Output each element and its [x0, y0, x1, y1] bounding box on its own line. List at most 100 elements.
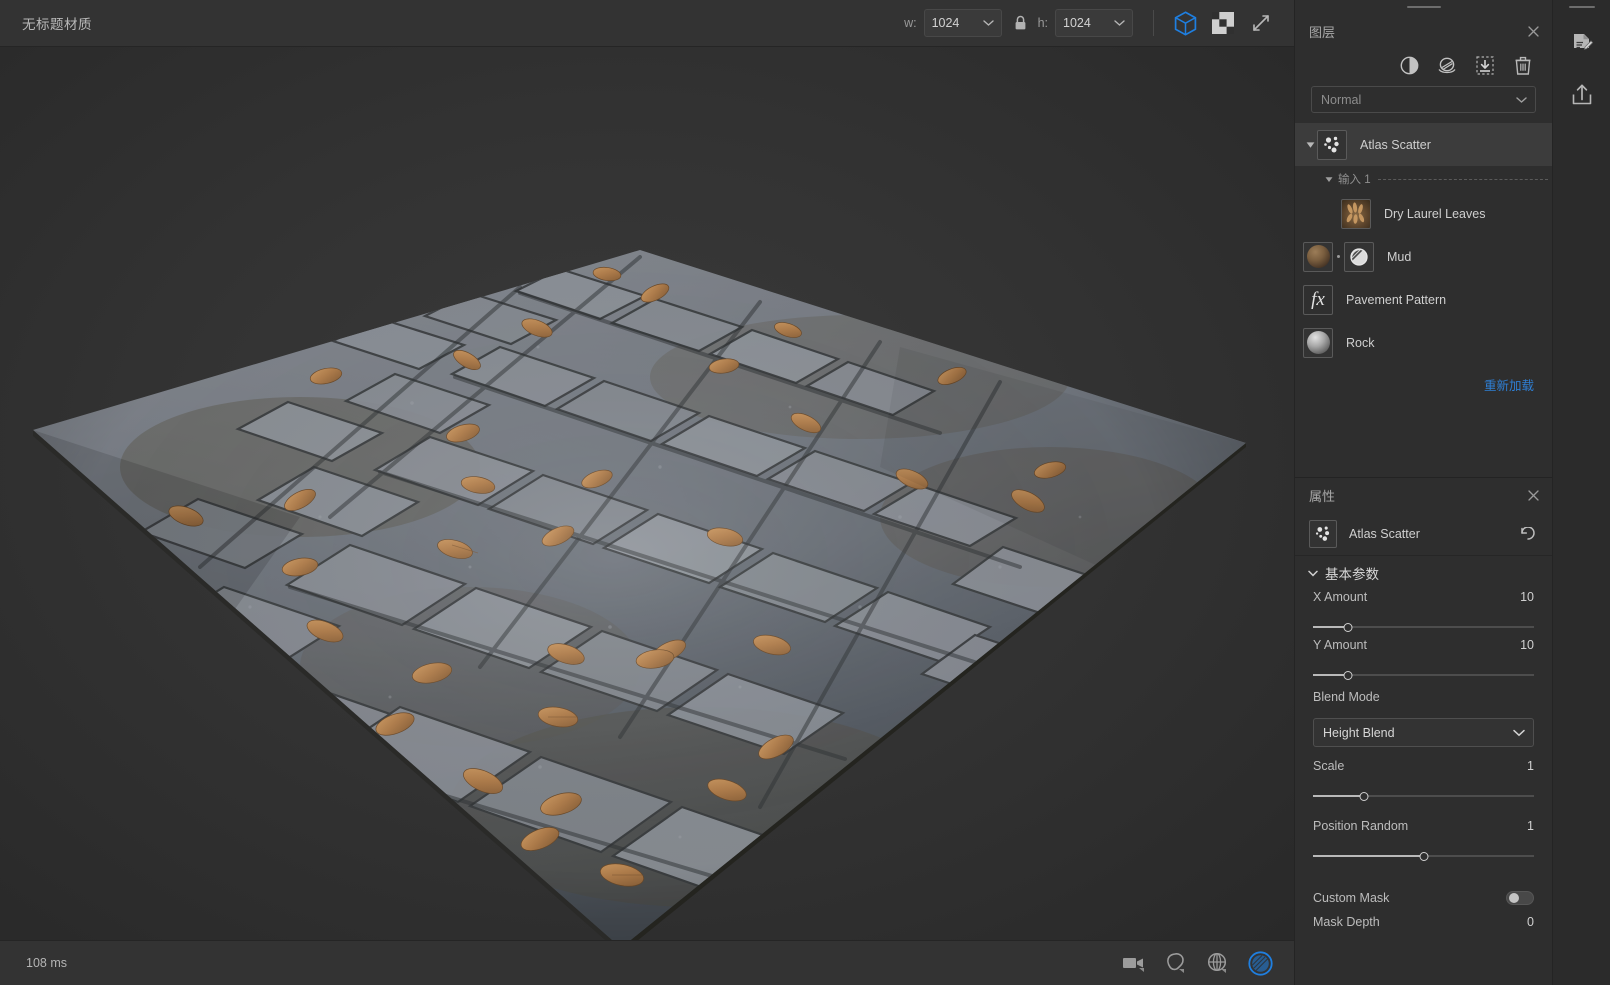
triangle-down-icon[interactable]: [1303, 141, 1317, 149]
globe-grid-icon[interactable]: [1204, 949, 1232, 977]
param-y-amount: Y Amount 10: [1295, 638, 1552, 686]
layer-blend-mode-row: Normal: [1295, 82, 1552, 123]
layer-row-dry-laurel-leaves[interactable]: Dry Laurel Leaves: [1295, 192, 1552, 235]
status-bar: 108 ms: [0, 940, 1294, 985]
layer-tools-row: [1295, 48, 1552, 82]
properties-node-name: Atlas Scatter: [1349, 526, 1420, 541]
param-position-random: Position Random 1: [1295, 807, 1552, 867]
layer-row-pavement-pattern[interactable]: fx Pavement Pattern: [1295, 278, 1552, 321]
param-label: Mask Depth: [1313, 915, 1380, 929]
export-share-icon[interactable]: [1563, 74, 1601, 114]
camera-icon[interactable]: [1120, 949, 1148, 977]
height-value: 1024: [1063, 16, 1091, 30]
param-x-amount: X Amount 10: [1295, 590, 1552, 638]
viewport-column: 无标题材质 w: 1024 h: 1024 108 ms: [0, 0, 1294, 985]
material-sphere-icon[interactable]: [1246, 949, 1274, 977]
chevron-down-icon: [1516, 96, 1527, 103]
rail-drag-handle[interactable]: [1568, 0, 1595, 14]
properties-panel-header: 属性: [1295, 478, 1552, 512]
layer-blend-mode-select[interactable]: Normal: [1311, 86, 1536, 113]
mask-icon[interactable]: [1344, 241, 1374, 272]
param-value[interactable]: 10: [1520, 590, 1534, 604]
layers-panel-title: 图层: [1309, 24, 1336, 40]
material-plane-preview: [0, 47, 1294, 940]
right-icon-rail: [1552, 0, 1610, 985]
param-slider-position-random[interactable]: [1313, 845, 1534, 867]
viewport-3d[interactable]: [0, 47, 1294, 940]
param-scale: Scale 1: [1295, 747, 1552, 807]
layers-panel: 图层 Normal Atlas Scatter 输入 1 Dry Laurel …: [1295, 0, 1552, 478]
checker-2d-icon[interactable]: [1208, 8, 1238, 38]
viewport-tool-group: [1120, 949, 1294, 977]
layer-row-atlas-scatter[interactable]: Atlas Scatter: [1295, 123, 1552, 166]
param-label: Blend Mode: [1313, 690, 1380, 704]
undo-reset-icon[interactable]: [1518, 524, 1538, 544]
param-value[interactable]: 0: [1527, 915, 1534, 929]
section-title: 基本参数: [1325, 567, 1379, 582]
reload-link[interactable]: 重新加载: [1484, 375, 1534, 394]
delete-layer-icon[interactable]: [1512, 54, 1534, 76]
environment-shape-icon[interactable]: [1162, 949, 1190, 977]
layer-name: Atlas Scatter: [1360, 137, 1431, 152]
param-custom-mask: Custom Mask: [1295, 881, 1552, 915]
layers-panel-header: 图层: [1295, 14, 1552, 48]
custom-mask-toggle[interactable]: [1506, 891, 1534, 905]
mud-sphere-thumbnail: [1303, 241, 1333, 272]
layer-row-rock[interactable]: Rock: [1295, 321, 1552, 364]
layer-name: Mud: [1387, 249, 1412, 264]
render-time-label: 108 ms: [26, 956, 67, 970]
width-value: 1024: [931, 16, 960, 30]
param-mask-depth-clipped: Mask Depth 0: [1295, 915, 1552, 933]
param-slider-y-amount[interactable]: [1313, 664, 1534, 686]
layer-row-mud[interactable]: Mud: [1295, 235, 1552, 278]
width-select[interactable]: 1024: [923, 9, 1002, 37]
layer-list: Atlas Scatter 输入 1 Dry Laurel Leaves Mud…: [1295, 123, 1552, 477]
lock-aspect-toggle[interactable]: [1014, 15, 1027, 31]
scatter-nodes-icon: [1309, 519, 1337, 548]
chevron-down-icon: [1308, 570, 1318, 577]
add-filter-layer-icon[interactable]: [1436, 54, 1458, 76]
param-slider-x-amount[interactable]: [1313, 616, 1534, 638]
close-icon[interactable]: [1524, 486, 1542, 504]
properties-node-row: Atlas Scatter: [1295, 512, 1552, 556]
toolbar-divider: [1153, 10, 1154, 36]
right-panel-column: 图层 Normal Atlas Scatter 输入 1 Dry Laurel …: [1294, 0, 1552, 985]
layer-input-group-label: 输入 1: [1338, 174, 1371, 186]
divider: [1377, 178, 1548, 180]
import-layer-icon[interactable]: [1474, 54, 1496, 76]
properties-panel: 属性 Atlas Scatter 基本参数 X Amount 10 Y Amou…: [1295, 478, 1552, 985]
triangle-down-icon[interactable]: [1325, 176, 1333, 183]
layer-link-dot: [1337, 255, 1340, 258]
leaves-thumbnail: [1341, 198, 1371, 229]
basic-params-section-header[interactable]: 基本参数: [1295, 556, 1552, 590]
height-select[interactable]: 1024: [1055, 9, 1133, 37]
lock-icon: [1014, 15, 1027, 31]
layer-input-group-header[interactable]: 输入 1: [1295, 166, 1552, 192]
param-slider-scale[interactable]: [1313, 785, 1534, 807]
height-label: h:: [1037, 16, 1048, 30]
layer-name: Rock: [1346, 335, 1375, 350]
param-value[interactable]: 1: [1527, 819, 1534, 833]
expand-arrows-icon[interactable]: [1246, 8, 1276, 38]
fx-filter-icon: fx: [1303, 284, 1333, 315]
edit-document-icon[interactable]: [1563, 24, 1601, 64]
document-title: 无标题材质: [22, 17, 92, 32]
add-fill-layer-icon[interactable]: [1398, 54, 1420, 76]
cube-3d-icon[interactable]: [1170, 8, 1200, 38]
layer-name: Dry Laurel Leaves: [1384, 206, 1486, 221]
close-icon[interactable]: [1524, 22, 1542, 40]
top-toolbar: 无标题材质 w: 1024 h: 1024: [0, 0, 1294, 47]
chevron-down-icon: [1513, 729, 1525, 737]
param-select-blend-mode[interactable]: Height Blend: [1313, 718, 1534, 747]
param-value[interactable]: 10: [1520, 638, 1534, 652]
width-label: w:: [904, 16, 917, 30]
param-value[interactable]: 1: [1527, 759, 1534, 773]
reload-row: 重新加载: [1295, 364, 1552, 404]
rock-sphere-thumbnail: [1303, 327, 1333, 358]
properties-panel-title: 属性: [1309, 488, 1336, 504]
layer-name: Pavement Pattern: [1346, 292, 1447, 307]
param-label: Scale: [1313, 759, 1345, 773]
param-label: X Amount: [1313, 590, 1368, 604]
panel-drag-handle[interactable]: [1295, 0, 1552, 14]
layer-blend-mode-value: Normal: [1321, 92, 1362, 107]
